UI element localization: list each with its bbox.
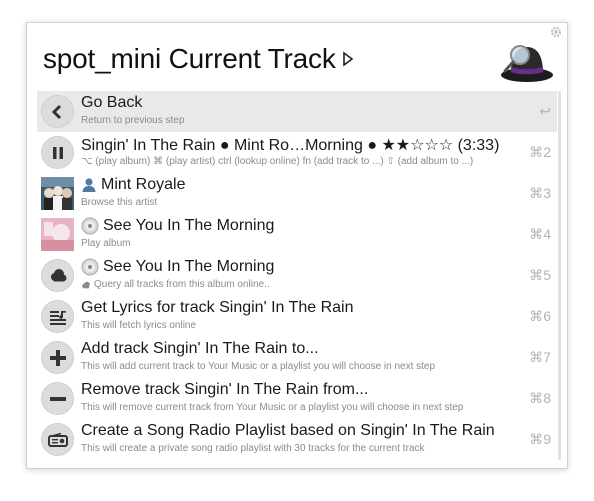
result-title: See You In The Morning bbox=[103, 217, 275, 234]
result-title: See You In The Morning bbox=[103, 258, 275, 275]
result-go-back[interactable]: Go Back Return to previous step ↩ bbox=[37, 91, 557, 132]
scrollbar[interactable] bbox=[558, 91, 561, 460]
shortcut-label: ⌘6 bbox=[529, 308, 551, 324]
result-current-track[interactable]: Singin' In The Rain ● Mint Ro…Morning ● … bbox=[37, 132, 557, 173]
shortcut-label: ⌘9 bbox=[529, 431, 551, 447]
result-title: Add track Singin' In The Rain to... bbox=[81, 340, 319, 357]
alfred-hat-icon bbox=[501, 45, 553, 82]
minus-icon bbox=[41, 382, 74, 415]
disc-icon bbox=[81, 258, 99, 276]
search-input[interactable]: spot_mini Current Track bbox=[43, 43, 354, 75]
plus-icon bbox=[41, 341, 74, 374]
result-title: Get Lyrics for track Singin' In The Rain bbox=[81, 299, 354, 316]
result-subtitle: ⌥ (play album) ⌘ (play artist) ctrl (loo… bbox=[81, 156, 474, 167]
result-subtitle: This will remove current track from Your… bbox=[81, 402, 464, 413]
artist-icon bbox=[82, 178, 96, 192]
result-get-lyrics[interactable]: Get Lyrics for track Singin' In The Rain… bbox=[37, 296, 557, 337]
shortcut-label: ⌘4 bbox=[529, 226, 551, 242]
cloud-icon bbox=[41, 259, 74, 292]
result-title: Singin' In The Rain ● Mint Ro…Morning ● … bbox=[81, 137, 500, 154]
shortcut-label: ⌘5 bbox=[529, 267, 551, 283]
shortcut-label: ⌘8 bbox=[529, 390, 551, 406]
search-header: spot_mini Current Track bbox=[27, 23, 567, 95]
result-album-play[interactable]: See You In The Morning Play album ⌘4 bbox=[37, 214, 557, 255]
result-title: Remove track Singin' In The Rain from... bbox=[81, 381, 369, 398]
result-subtitle: Query all tracks from this album online.… bbox=[94, 279, 270, 290]
alfred-window: spot_mini Current Track Go Back Return t… bbox=[26, 22, 568, 469]
shortcut-label: ⌘3 bbox=[529, 185, 551, 201]
results-list: Go Back Return to previous step ↩ Singin… bbox=[37, 91, 557, 460]
search-query-text: spot_mini Current Track bbox=[43, 43, 336, 74]
result-artist[interactable]: Mint Royale Browse this artist ⌘3 bbox=[37, 173, 557, 214]
result-subtitle: Return to previous step bbox=[81, 115, 185, 126]
result-subtitle: This will create a private song radio pl… bbox=[81, 443, 425, 454]
result-add-track[interactable]: Add track Singin' In The Rain to... This… bbox=[37, 337, 557, 378]
cloud-small-icon bbox=[82, 281, 90, 288]
lyrics-icon bbox=[41, 300, 74, 333]
autocomplete-arrow-icon bbox=[342, 51, 353, 67]
return-key-icon: ↩ bbox=[539, 103, 551, 119]
result-title: Mint Royale bbox=[101, 176, 186, 193]
disc-icon bbox=[81, 217, 99, 235]
artist-thumbnail bbox=[41, 177, 74, 210]
result-song-radio[interactable]: Create a Song Radio Playlist based on Si… bbox=[37, 419, 557, 460]
shortcut-label: ⌘2 bbox=[529, 144, 551, 160]
pause-icon bbox=[41, 136, 74, 169]
result-title: Create a Song Radio Playlist based on Si… bbox=[81, 422, 495, 439]
result-remove-track[interactable]: Remove track Singin' In The Rain from...… bbox=[37, 378, 557, 419]
result-title: Go Back bbox=[81, 94, 143, 111]
result-album-online[interactable]: See You In The Morning Query all tracks … bbox=[37, 255, 557, 296]
result-subtitle: Play album bbox=[81, 238, 131, 249]
result-subtitle: This will fetch lyrics online bbox=[81, 320, 197, 331]
album-thumbnail bbox=[41, 218, 74, 251]
result-subtitle: Browse this artist bbox=[81, 197, 158, 208]
back-arrow-icon bbox=[41, 95, 74, 128]
shortcut-label: ⌘7 bbox=[529, 349, 551, 365]
result-subtitle: This will add current track to Your Musi… bbox=[81, 361, 436, 372]
radio-icon bbox=[41, 423, 74, 456]
